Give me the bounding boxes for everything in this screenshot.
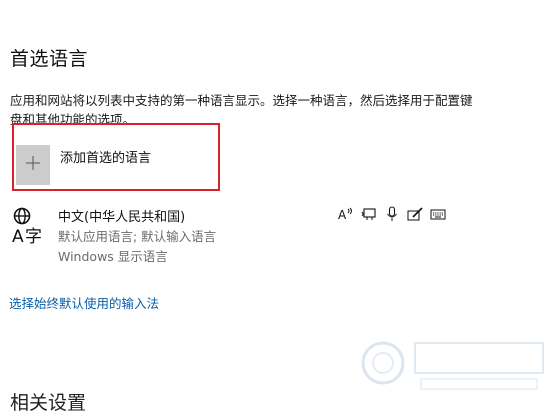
microphone-icon xyxy=(384,206,400,222)
speech-recognition-icon xyxy=(361,206,377,222)
svg-text:A: A xyxy=(12,227,24,246)
language-icon: A 字 xyxy=(10,206,46,247)
section-title: 首选语言 xyxy=(10,48,89,70)
svg-text:A: A xyxy=(338,208,347,222)
language-name[interactable]: 中文(中华人民共和国) xyxy=(58,206,185,225)
keyboard-icon xyxy=(430,206,446,222)
language-feature-icons: A xyxy=(338,206,446,222)
handwriting-icon xyxy=(407,206,423,222)
language-subtitle-display: Windows 显示语言 xyxy=(58,249,168,264)
text-to-speech-icon: A xyxy=(338,206,354,222)
highlight-box xyxy=(12,123,220,191)
input-method-link[interactable]: 选择始终默认使用的输入法 xyxy=(9,293,159,312)
svg-text:字: 字 xyxy=(25,227,42,246)
related-settings-heading: 相关设置 xyxy=(10,392,87,414)
language-subtitle-default: 默认应用语言; 默认输入语言 xyxy=(58,229,217,244)
section-description: 应用和网站将以列表中支持的第一种语言显示。选择一种语言，然后选择用于配置键盘和其… xyxy=(10,93,473,125)
watermark-logo xyxy=(355,325,548,400)
